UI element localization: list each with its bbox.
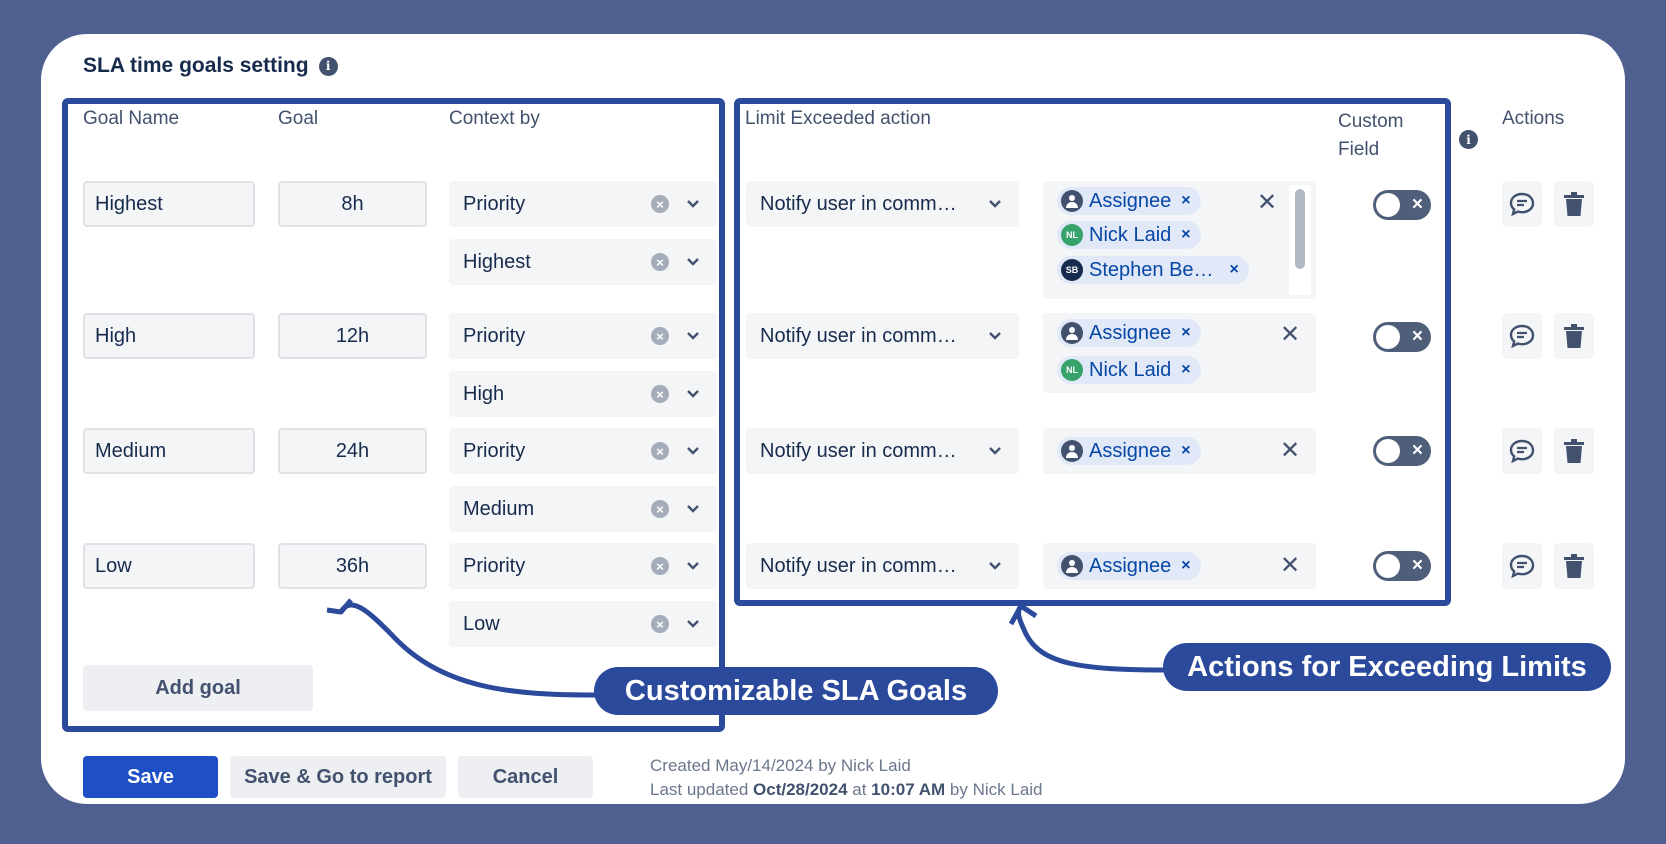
save-go-report-button[interactable]: Save & Go to report [230, 756, 446, 798]
cancel-button[interactable]: Cancel [458, 756, 593, 798]
actions-arrow [1016, 604, 1167, 673]
callout-exceeding-limits: Actions for Exceeding Limits [1163, 643, 1611, 691]
goals-arrow [338, 602, 597, 698]
updated-meta: Last updated Oct/28/2024 at 10:07 AM by … [650, 780, 1043, 800]
updated-at: at [847, 780, 872, 799]
goals-arrowhead [326, 598, 353, 615]
updated-suffix: by Nick Laid [945, 780, 1043, 799]
callout-sla-goals: Customizable SLA Goals [594, 667, 998, 715]
updated-date: Oct/28/2024 [753, 780, 848, 799]
sla-settings-card: SLA time goals setting i Goal Name Goal … [41, 34, 1625, 804]
created-meta: Created May/14/2024 by Nick Laid [650, 756, 911, 775]
updated-prefix: Last updated [650, 780, 754, 799]
actions-arrowhead [1008, 603, 1038, 626]
updated-time: 10:07 AM [871, 780, 946, 799]
save-button[interactable]: Save [83, 756, 218, 798]
